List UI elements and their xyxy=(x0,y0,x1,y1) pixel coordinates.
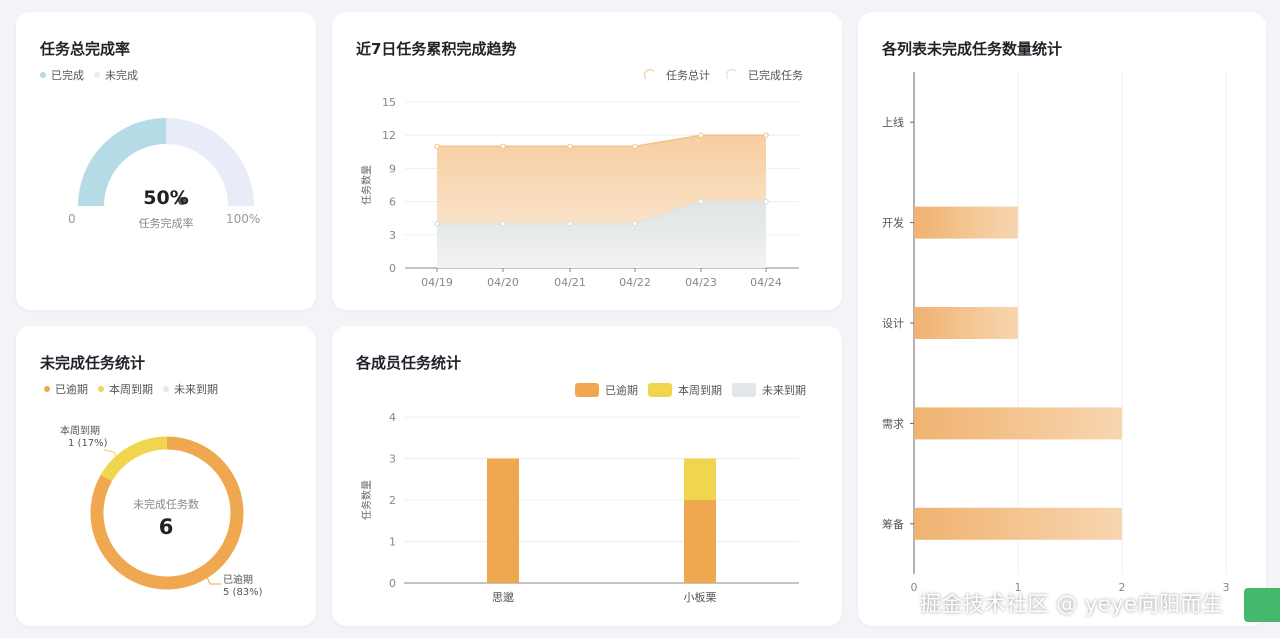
member-y-tick: 1 xyxy=(389,536,396,549)
list-bar xyxy=(914,407,1122,440)
point-total xyxy=(434,143,440,149)
point-completed xyxy=(500,221,506,227)
point-total xyxy=(763,132,769,138)
gauge-center-label: 任务完成率 xyxy=(138,217,194,230)
point-completed xyxy=(434,221,440,227)
member-x-tick: 思邈 xyxy=(492,591,514,604)
gauge-min-label: 0 xyxy=(68,212,76,226)
donut-label-week: 本周到期 1 (17%) xyxy=(60,426,108,450)
list-bar-chart: 0 1 2 3上线开发设计需求筹备 xyxy=(882,72,1230,594)
trend-x-tick: 04/22 xyxy=(619,276,651,289)
donut-slice-本周到期 xyxy=(100,436,168,482)
list-category-label: 需求 xyxy=(882,417,904,430)
trend-y-tick: 9 xyxy=(389,162,396,175)
list-stats-card: 各列表未完成任务数量统计 0 1 2 3 上线 开发 设计 需求 筹备 xyxy=(858,12,1266,626)
trend-y-tick: 6 xyxy=(389,196,396,209)
member-y-tick: 3 xyxy=(389,453,396,466)
member-bar-已逾期 xyxy=(684,500,716,583)
gauge-center-value: 50% xyxy=(143,187,189,209)
trend-x-tick: 04/23 xyxy=(685,276,717,289)
trend-y-tick: 3 xyxy=(389,229,396,242)
point-completed xyxy=(763,198,769,205)
trend-x-tick: 04/20 xyxy=(487,276,519,289)
donut-center-label: 未完成任务数 xyxy=(133,498,199,511)
list-category-label: 筹备 xyxy=(882,517,904,531)
trend-y-tick: 15 xyxy=(382,96,396,109)
list-bar xyxy=(914,307,1018,339)
completion-rate-card: 任务总完成率 已完成 未完成 50% 任务完成率 0 100% xyxy=(16,12,316,310)
list-category-label: 上线 xyxy=(882,115,904,129)
watermark-badge xyxy=(1244,588,1280,622)
trend-x-tick: 04/19 xyxy=(421,276,453,289)
gauge-max-label: 100% xyxy=(226,212,261,226)
point-total xyxy=(698,132,704,138)
list-bar xyxy=(914,507,1122,540)
trend-y-axis-label: 任务数量 xyxy=(360,165,373,205)
donut-label-week-name: 本周到期 xyxy=(60,426,100,437)
point-total xyxy=(500,143,506,149)
point-completed xyxy=(632,221,638,227)
trend-x-tick: 04/24 xyxy=(750,276,782,289)
member-bar-已逾期 xyxy=(487,458,519,583)
point-completed xyxy=(567,221,573,227)
point-total xyxy=(632,143,638,149)
list-category-label: 开发 xyxy=(882,216,904,230)
point-total xyxy=(567,143,573,149)
unfinished-card: 未完成任务统计 已逾期 本周到期 未来到期 未完成任务数 6 本周到期 1 (1… xyxy=(16,326,316,626)
trend-card: 近7日任务累积完成趋势 任务总计 已完成任务 0 3 6 9 12 15 任务数量 04/19… xyxy=(332,12,842,310)
point-completed xyxy=(698,198,704,205)
list-bar xyxy=(914,206,1018,239)
trend-y-tick: 0 xyxy=(389,262,396,275)
donut-center-value: 6 xyxy=(158,515,174,539)
list-x-tick: 0 xyxy=(911,581,918,594)
member-bar-chart: 0 1 2 3 4 任务数量思邈 小板栗 xyxy=(360,411,799,604)
member-y-tick: 4 xyxy=(389,411,396,424)
trend-x-tick: 04/21 xyxy=(554,276,586,289)
donut-label-overdue: 已逾期 5 (83%) xyxy=(223,575,263,599)
member-y-axis-label: 任务数量 xyxy=(360,480,373,520)
member-x-tick: 小板栗 xyxy=(684,590,717,604)
trend-y-tick: 12 xyxy=(382,129,396,142)
member-y-tick: 2 xyxy=(389,494,396,507)
watermark-text: 掘金技术社区 @ yeye向阳而生 xyxy=(920,592,1224,616)
donut-label-week-value: 1 (17%) xyxy=(68,438,108,449)
member-y-tick: 0 xyxy=(389,577,396,590)
trend-chart: 0 3 6 9 12 15 任务数量 04/19 04/20 04/21 04/22 04/23 04/… xyxy=(360,96,799,289)
unfinished-donut xyxy=(90,436,244,590)
member-stats-card: 各成员任务统计 已逾期 本周到期 未来到期 0 1 2 3 4 任务数量 思邈 小板栗 xyxy=(332,326,842,626)
list-category-label: 设计 xyxy=(882,317,904,330)
donut-label-overdue-value: 5 (83%) xyxy=(223,587,263,598)
donut-label-overdue-name: 已逾期 xyxy=(223,575,253,586)
completion-gauge xyxy=(78,118,254,207)
member-bar-本周到期 xyxy=(684,458,716,500)
